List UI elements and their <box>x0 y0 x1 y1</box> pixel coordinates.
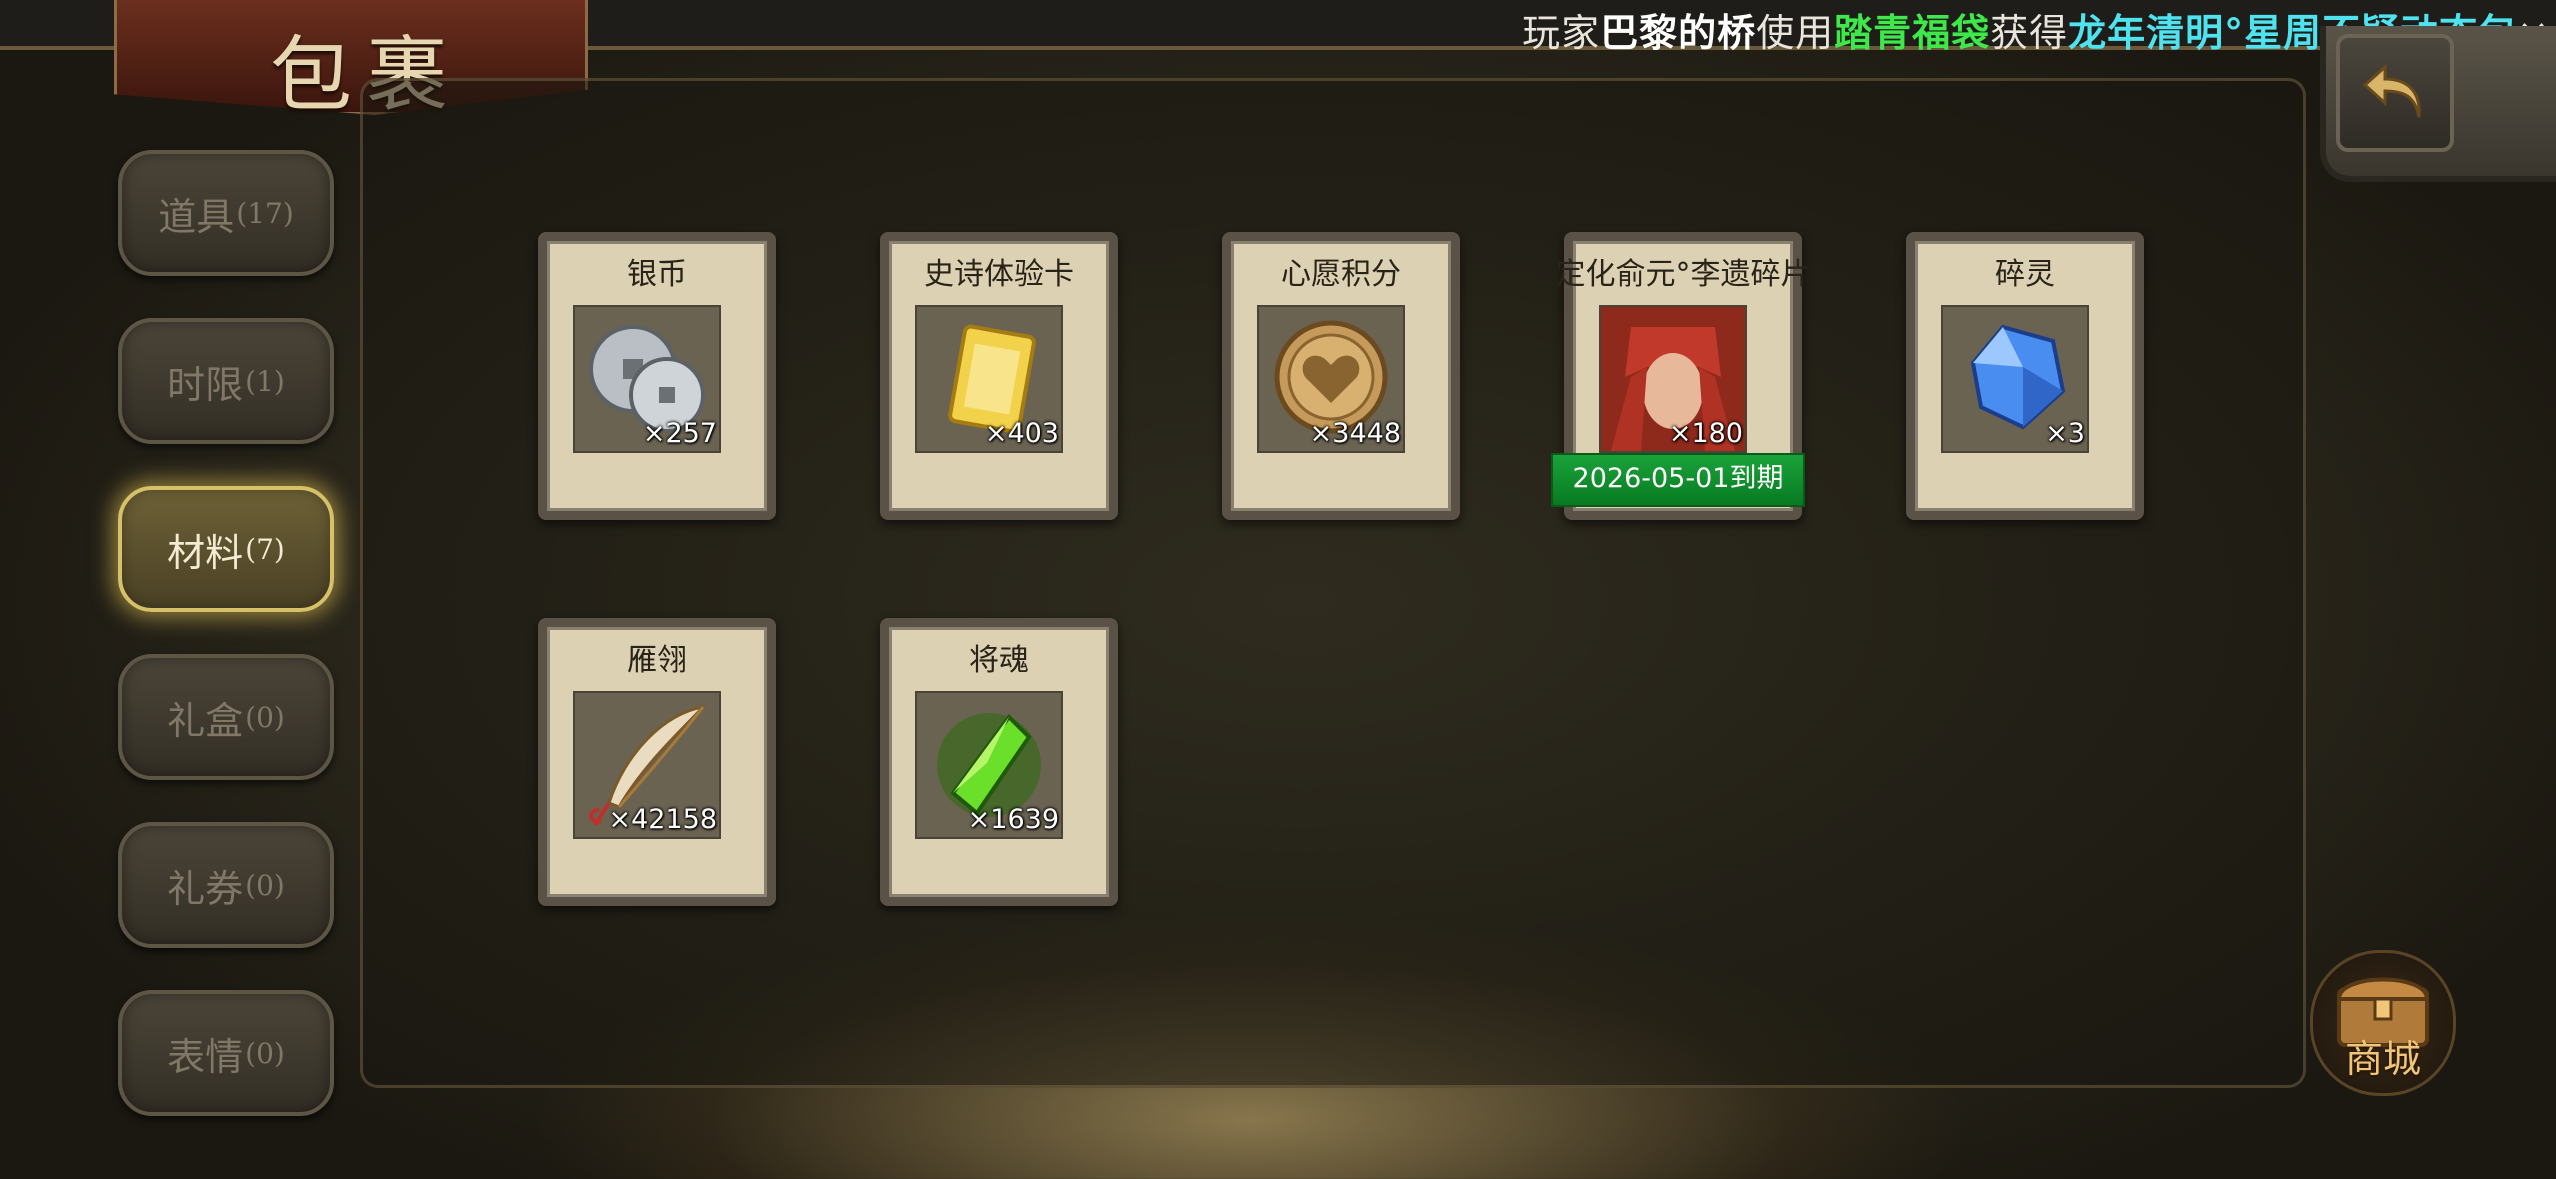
item-card-general-soul[interactable]: 将魂 ×1639 <box>880 618 1118 906</box>
tab-emotes[interactable]: 表情 (0) <box>118 990 334 1116</box>
tab-materials[interactable]: 材料 (7) <box>118 486 334 612</box>
silver-coin-icon: ×257 <box>573 305 721 453</box>
tab-label: 表情 <box>167 1034 244 1079</box>
item-card-wish-points[interactable]: 心愿积分 ×3448 <box>1222 232 1460 520</box>
shop-button[interactable]: 商城 <box>2310 950 2456 1096</box>
feather-icon: ×42158 <box>573 691 721 839</box>
item-count: ×3 <box>2045 418 2085 449</box>
tab-label: 时限 <box>167 362 244 407</box>
item-count: ×1639 <box>967 804 1059 835</box>
announcement-item: 踏青福袋 <box>1834 11 1991 55</box>
item-count: ×257 <box>642 418 717 449</box>
item-card-spirit-shard[interactable]: 碎灵 ×3 <box>1906 232 2144 520</box>
tab-count: (7) <box>245 532 285 566</box>
tab-label: 材料 <box>167 530 244 575</box>
item-count: ×3448 <box>1309 418 1401 449</box>
tab-count: (0) <box>245 868 285 902</box>
expiry-badge: 2026-05-01到期 <box>1551 453 1805 507</box>
tab-items[interactable]: 道具 (17) <box>118 150 334 276</box>
item-card-hero-shard[interactable]: 定化俞元°李遗碎片 ×180 2026-05-01到期 <box>1551 232 1811 520</box>
tab-label: 礼券 <box>167 866 244 911</box>
item-name: 雁翎 <box>627 643 687 678</box>
item-card-epic-trial-card[interactable]: 史诗体验卡 ×403 <box>880 232 1118 520</box>
tab-vouchers[interactable]: 礼券 (0) <box>118 822 334 948</box>
tab-count: (0) <box>245 1036 285 1070</box>
item-name: 史诗体验卡 <box>924 257 1074 292</box>
green-crystal-icon: ×1639 <box>915 691 1063 839</box>
item-name: 碎灵 <box>1995 257 2055 292</box>
tab-count: (17) <box>236 196 294 230</box>
tab-timed[interactable]: 时限 (1) <box>118 318 334 444</box>
announcement-player: 巴黎的桥 <box>1600 11 1757 55</box>
tab-count: (0) <box>245 700 285 734</box>
hero-portrait-icon: ×180 <box>1599 305 1747 453</box>
item-name: 将魂 <box>969 643 1029 678</box>
item-card-silver-coin[interactable]: 银币 ×257 <box>538 232 776 520</box>
back-button[interactable] <box>2336 34 2454 152</box>
shop-label: 商城 <box>2344 1037 2421 1081</box>
item-name: 心愿积分 <box>1281 257 1401 292</box>
item-name: 银币 <box>627 257 687 292</box>
wish-coin-icon: ×3448 <box>1257 305 1405 453</box>
epic-card-icon: ×403 <box>915 305 1063 453</box>
tab-label: 道具 <box>158 194 235 239</box>
crystal-shard-icon: ×3 <box>1941 305 2089 453</box>
back-arrow-icon <box>2362 63 2421 118</box>
item-count: ×403 <box>984 418 1059 449</box>
tab-label: 礼盒 <box>167 698 244 743</box>
item-card-goose-feather[interactable]: 雁翎 ×42158 <box>538 618 776 906</box>
item-count: ×180 <box>1668 418 1743 449</box>
item-count: ×42158 <box>608 804 717 835</box>
inventory-panel <box>360 78 2306 1088</box>
tab-count: (1) <box>245 364 285 398</box>
tab-gift-boxes[interactable]: 礼盒 (0) <box>118 654 334 780</box>
item-name: 定化俞元°李遗碎片 <box>1555 257 1811 292</box>
